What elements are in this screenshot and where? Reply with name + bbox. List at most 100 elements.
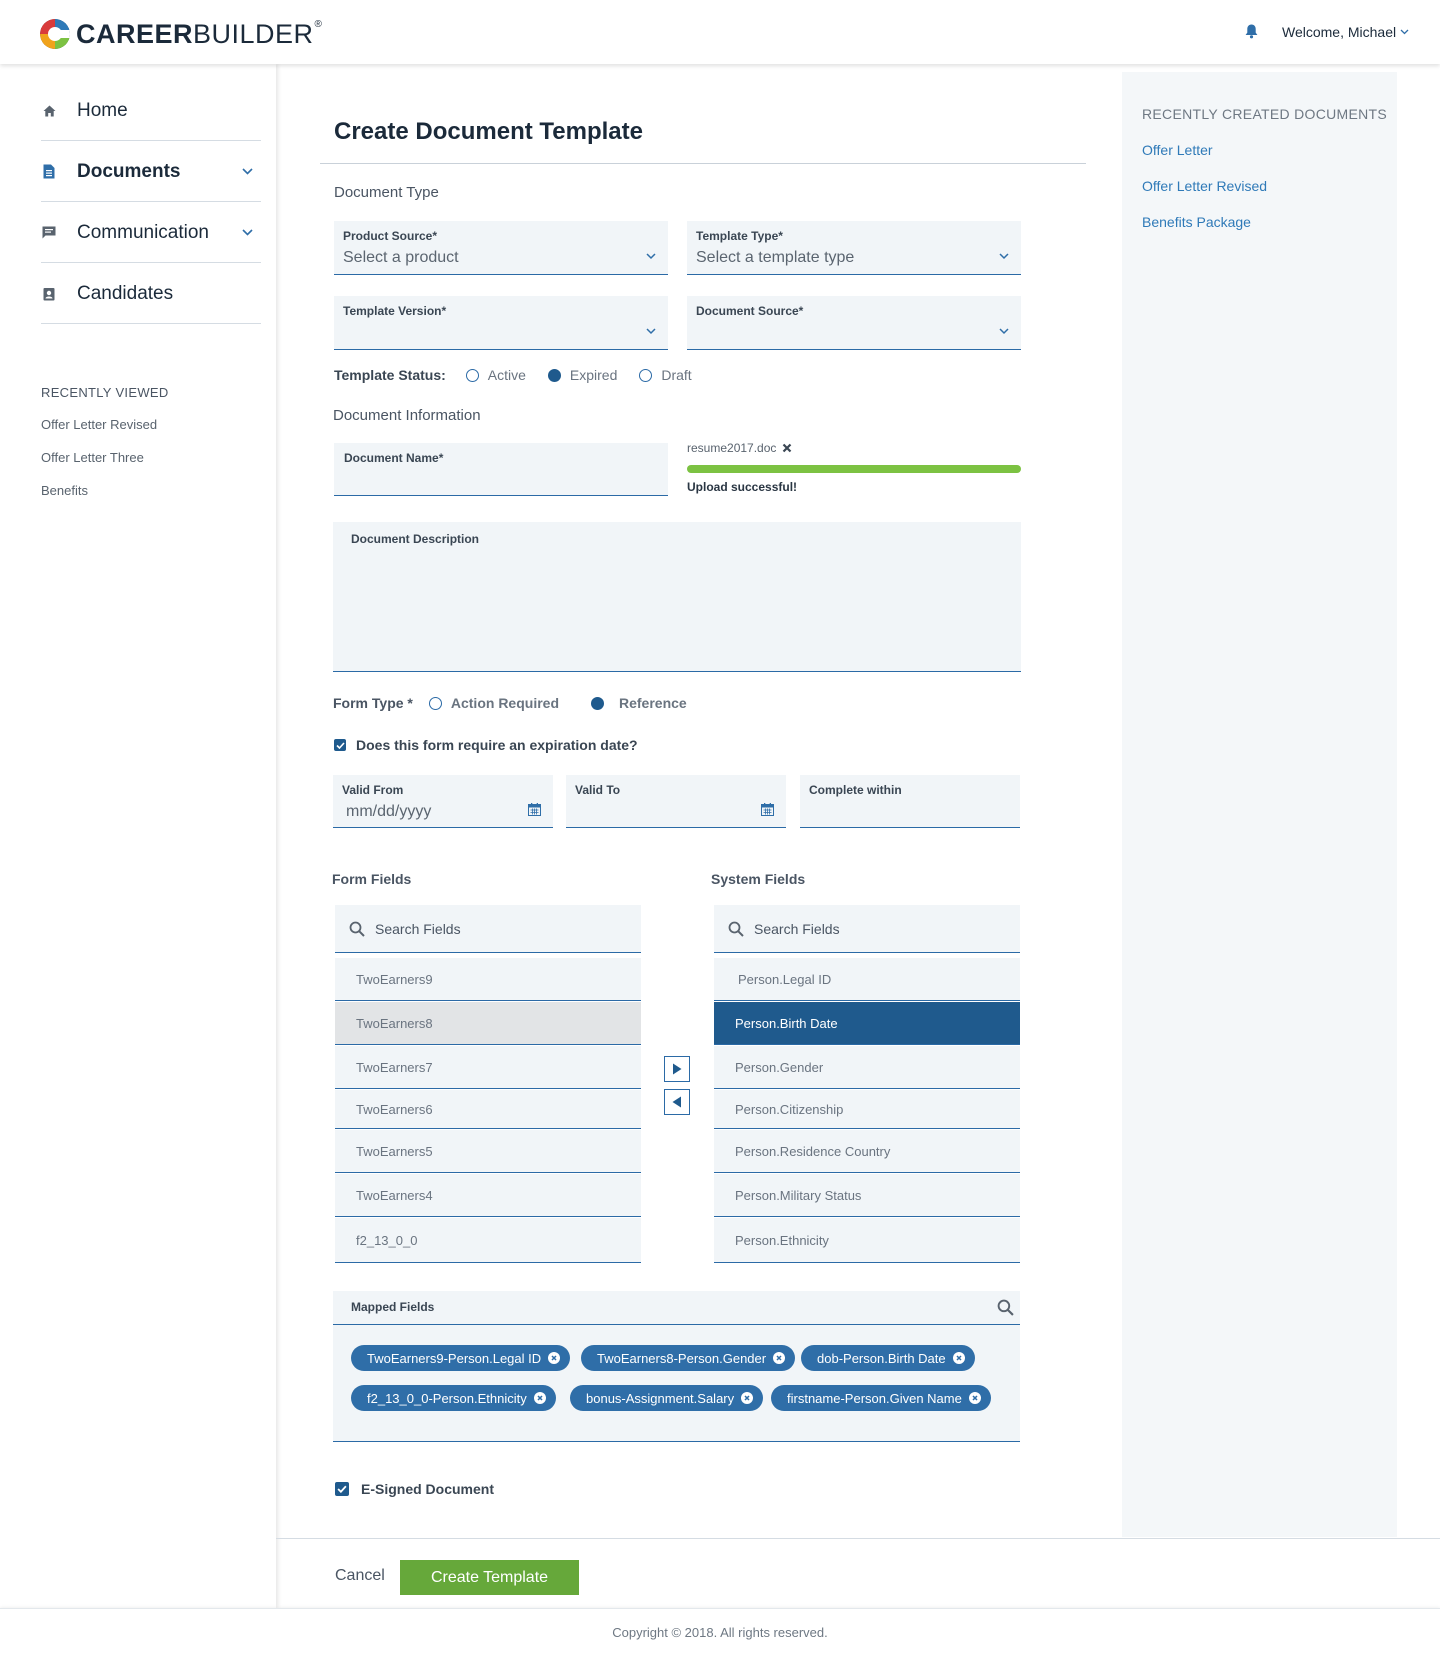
list-item[interactable]: TwoEarners7 xyxy=(335,1046,641,1089)
list-item[interactable]: TwoEarners4 xyxy=(335,1174,641,1217)
mapped-field-chip: firstname-Person.Given Name xyxy=(771,1385,991,1411)
top-header: CAREERBUILDER® Welcome, Michael xyxy=(0,0,1440,64)
chip-label: TwoEarners9-Person.Legal ID xyxy=(367,1350,542,1366)
status-radio-expired[interactable]: Expired xyxy=(547,367,617,383)
nav-label-candidates: Candidates xyxy=(77,282,174,304)
form-type-group: Form Type * Action Required Reference xyxy=(333,695,687,711)
remove-chip-icon[interactable] xyxy=(773,1352,786,1364)
create-template-button[interactable]: Create Template xyxy=(400,1560,579,1595)
move-right-button[interactable] xyxy=(664,1056,690,1082)
mapped-fields-box: Mapped Fields TwoEarners9-Person.Legal I… xyxy=(333,1291,1020,1442)
field-label: Valid To xyxy=(575,783,621,797)
template-type-select[interactable]: Template Type* Select a template type xyxy=(687,221,1021,275)
remove-chip-icon[interactable] xyxy=(741,1392,754,1404)
recently-viewed-link[interactable]: Offer Letter Revised xyxy=(41,417,157,432)
copyright-text: Copyright © 2018. All rights reserved. xyxy=(612,1625,828,1640)
remove-chip-icon[interactable] xyxy=(548,1352,561,1364)
date-placeholder: mm/dd/yyyy xyxy=(346,803,432,820)
list-item[interactable]: TwoEarners8 xyxy=(335,1002,641,1045)
remove-chip-icon[interactable] xyxy=(533,1392,546,1404)
form-type-label: Form Type * xyxy=(333,695,413,711)
recently-viewed-link[interactable]: Offer Letter Three xyxy=(41,450,144,465)
form-type-radio-action-required[interactable]: Action Required xyxy=(428,695,559,711)
list-item[interactable]: TwoEarners5 xyxy=(335,1130,641,1173)
list-item-label: Person.Military Status xyxy=(735,1187,862,1203)
search-icon xyxy=(349,921,365,937)
list-item[interactable]: Person.Military Status xyxy=(714,1174,1020,1217)
list-item[interactable]: Person.Legal ID xyxy=(714,958,1020,1001)
remove-chip-icon[interactable] xyxy=(968,1392,981,1404)
chip-label: TwoEarners8-Person.Gender xyxy=(597,1350,767,1366)
document-source-select[interactable]: Document Source* xyxy=(687,296,1021,350)
list-item[interactable]: Person.Birth Date xyxy=(714,1002,1020,1045)
list-item[interactable]: f2_13_0_0 xyxy=(335,1218,641,1263)
template-version-select[interactable]: Template Version* xyxy=(334,296,668,350)
careerbuilder-logo[interactable]: CAREERBUILDER® xyxy=(40,18,322,50)
user-menu[interactable]: Welcome, Michael xyxy=(1282,24,1409,40)
list-item[interactable]: Person.Ethnicity xyxy=(714,1218,1020,1263)
chip-label: firstname-Person.Given Name xyxy=(787,1390,962,1406)
page-title: Create Document Template xyxy=(334,118,643,145)
mapped-field-chip: TwoEarners9-Person.Legal ID xyxy=(351,1345,571,1371)
upload-progress-bar xyxy=(687,465,1021,473)
expiration-date-checkbox[interactable]: Does this form require an expiration dat… xyxy=(334,737,638,753)
recently-created-link[interactable]: Offer Letter xyxy=(1142,142,1213,158)
nav-item-home[interactable]: Home xyxy=(41,81,261,141)
checkbox-checked-icon xyxy=(334,739,346,751)
mapped-field-chip: f2_13_0_0-Person.Ethnicity xyxy=(351,1385,556,1411)
recently-viewed-link[interactable]: Benefits xyxy=(41,483,88,498)
field-label: Product Source* xyxy=(343,229,438,243)
list-item-label: TwoEarners6 xyxy=(356,1101,433,1117)
logo-mark-icon xyxy=(40,19,70,49)
list-item[interactable]: Person.Residence Country xyxy=(714,1130,1020,1173)
form-fields-title: Form Fields xyxy=(332,871,412,887)
product-source-select[interactable]: Product Source* Select a product xyxy=(334,221,668,275)
cancel-button[interactable]: Cancel xyxy=(335,1567,385,1585)
document-information-heading: Document Information xyxy=(333,407,481,424)
list-item[interactable]: Person.Citizenship xyxy=(714,1090,1020,1129)
complete-within-input[interactable]: Complete within xyxy=(800,775,1020,828)
form-type-radio-reference[interactable]: Reference xyxy=(591,695,687,711)
field-label: Document Source* xyxy=(696,304,804,318)
valid-from-date-input[interactable]: Valid From mm/dd/yyyy xyxy=(333,775,553,828)
nav-item-communication[interactable]: Communication xyxy=(41,203,261,263)
chevron-down-icon[interactable] xyxy=(242,168,253,175)
mapped-fields-label: Mapped Fields xyxy=(351,1300,435,1314)
system-fields-search[interactable]: Search Fields xyxy=(714,905,1020,953)
field-value: Select a template type xyxy=(696,249,855,266)
document-icon xyxy=(41,164,57,180)
uploaded-file: resume2017.doc xyxy=(687,441,792,455)
checkbox-label: E-Signed Document xyxy=(361,1481,495,1497)
calendar-icon[interactable] xyxy=(761,803,774,816)
field-label: Template Type* xyxy=(696,229,783,243)
template-status-label: Template Status: xyxy=(334,367,446,383)
nav-item-candidates[interactable]: Candidates xyxy=(41,264,261,324)
radio-label: Draft xyxy=(661,367,692,383)
status-radio-active[interactable]: Active xyxy=(465,367,526,383)
recently-created-link[interactable]: Benefits Package xyxy=(1142,214,1251,230)
valid-to-date-input[interactable]: Valid To xyxy=(566,775,786,828)
status-radio-draft[interactable]: Draft xyxy=(639,367,692,383)
remove-chip-icon[interactable] xyxy=(952,1352,965,1364)
radio-label: Active xyxy=(487,367,526,383)
search-icon[interactable] xyxy=(997,1299,1014,1316)
template-status-group: Template Status: Active Expired Draft xyxy=(334,367,692,383)
document-name-input[interactable]: Document Name* xyxy=(334,443,668,496)
remove-file-icon[interactable] xyxy=(782,443,792,453)
recently-created-link[interactable]: Offer Letter Revised xyxy=(1142,178,1267,194)
chevron-down-icon[interactable] xyxy=(242,229,253,236)
list-item[interactable]: Person.Gender xyxy=(714,1046,1020,1089)
move-left-button[interactable] xyxy=(664,1089,690,1115)
field-label: Document Description xyxy=(351,532,480,546)
recently-created-panel: RECENTLY CREATED DOCUMENTS Offer Letter … xyxy=(1122,72,1397,1537)
list-item[interactable]: TwoEarners6 xyxy=(335,1090,641,1129)
list-item[interactable]: TwoEarners9 xyxy=(335,958,641,1001)
nav-item-documents[interactable]: Documents xyxy=(41,142,261,202)
document-description-textarea[interactable]: Document Description xyxy=(333,522,1021,672)
search-placeholder: Search Fields xyxy=(375,920,461,937)
e-signed-checkbox[interactable]: E-Signed Document xyxy=(335,1481,494,1497)
calendar-icon[interactable] xyxy=(528,803,541,816)
notification-bell-icon[interactable] xyxy=(1245,24,1258,44)
form-fields-search[interactable]: Search Fields xyxy=(335,905,641,953)
field-label: Valid From xyxy=(342,783,404,797)
